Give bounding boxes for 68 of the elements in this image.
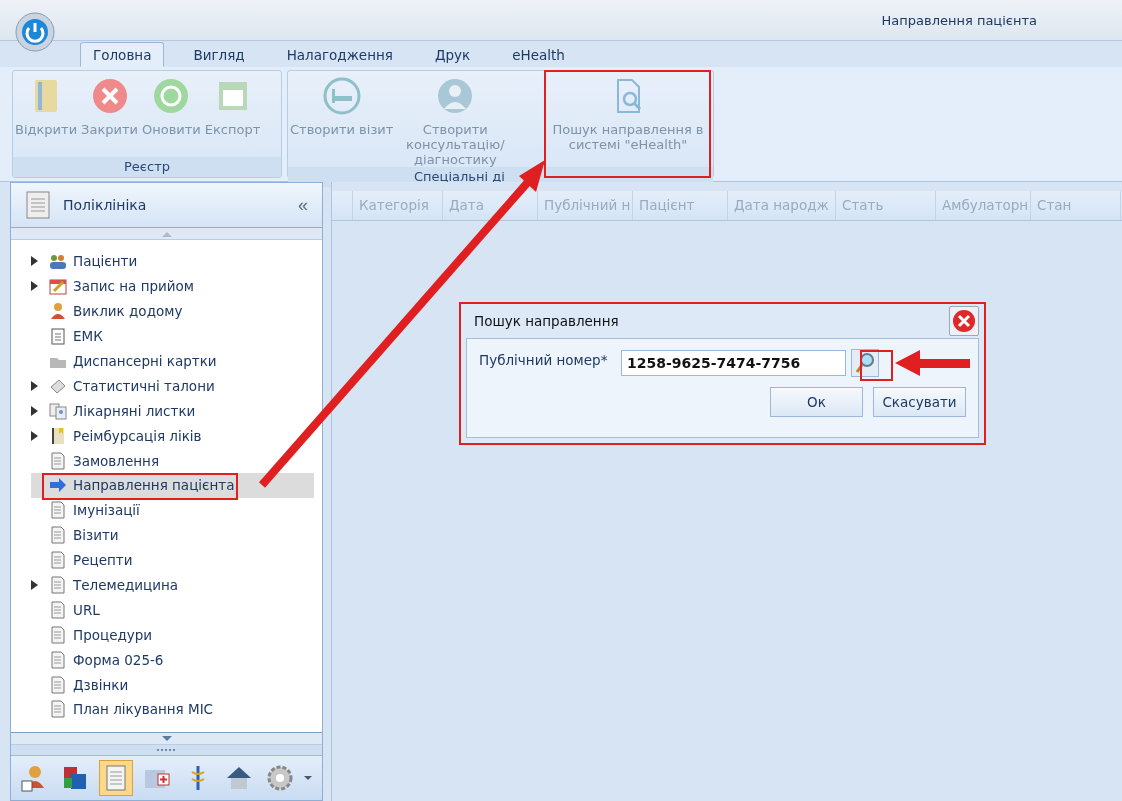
ribbon-tab[interactable]: Друк	[421, 42, 484, 67]
panel-title: Поліклініка	[63, 197, 148, 213]
dialog-button[interactable]: Ок	[770, 387, 863, 417]
expand-icon	[31, 380, 38, 391]
tree-item[interactable]: Лікарняні листки	[31, 398, 322, 424]
tree-item[interactable]: План лікування МІС	[31, 697, 322, 722]
scroll-up-icon	[161, 230, 172, 237]
dialog-button[interactable]: Скасувати	[873, 387, 966, 417]
calendar-icon	[49, 277, 67, 296]
search-icon	[855, 352, 875, 374]
tree-item[interactable]: Направлення пацієнта	[31, 473, 314, 498]
tree-item[interactable]: Візити	[31, 522, 322, 548]
close-icon	[952, 309, 976, 333]
tree-item[interactable]: Запис на прийом	[31, 273, 322, 299]
house-icon	[225, 764, 253, 792]
expand-icon	[31, 405, 38, 416]
tree-item[interactable]: Дзвінки	[31, 672, 322, 698]
dialog-title: Пошук направлення	[474, 313, 619, 329]
tree-item[interactable]: Телемедицина	[31, 572, 322, 598]
person-icon	[49, 302, 67, 321]
ribbon-tab[interactable]: Головна	[80, 42, 165, 67]
close-button[interactable]	[949, 306, 979, 336]
document-icon	[49, 600, 67, 619]
collapse-button[interactable]: «	[294, 194, 312, 216]
tree-item[interactable]: Процедури	[31, 622, 322, 648]
scroll-down-icon	[161, 735, 172, 742]
bed-icon	[321, 76, 362, 116]
document-icon	[49, 551, 67, 570]
ribbon-tab[interactable]: Налагодження	[273, 42, 406, 67]
document-icon	[49, 625, 67, 644]
windows-icon	[61, 764, 89, 792]
tree-item[interactable]: Статистичні талони	[31, 373, 322, 399]
tree-item[interactable]: Виклик додому	[31, 298, 322, 324]
tree-item[interactable]: Рецепти	[31, 547, 322, 573]
tree-item[interactable]: Замовлення	[31, 448, 322, 473]
tree-item[interactable]: Форма 025-6	[31, 647, 322, 673]
people-icon	[49, 252, 67, 271]
expand-icon	[31, 580, 38, 590]
document-icon	[49, 526, 67, 545]
tree-item[interactable]: ЕМК	[31, 323, 322, 349]
splitter-grip-icon	[156, 748, 177, 752]
tree-item[interactable]: Диспансерні картки	[31, 348, 322, 374]
expand-icon	[31, 281, 38, 292]
dropdown-icon[interactable]	[304, 775, 312, 781]
field-label: Публічний номер*	[479, 352, 609, 368]
card-icon	[49, 401, 67, 420]
document-icon	[49, 675, 67, 694]
expand-icon	[31, 430, 38, 441]
arrow-icon	[49, 476, 67, 495]
tree-item[interactable]: Пацієнти	[31, 249, 322, 274]
document-icon	[49, 501, 67, 520]
tree-item[interactable]: Реімбурсація ліків	[31, 423, 322, 449]
clipboard-icon	[49, 327, 67, 346]
tree-item[interactable]: URL	[31, 597, 322, 623]
document-icon	[25, 191, 51, 219]
book-icon	[49, 426, 67, 445]
document-icon	[49, 650, 67, 669]
window-title: Направлення пацієнта	[881, 12, 1037, 28]
group-title: Реєстр	[13, 157, 281, 177]
document-icon	[49, 451, 67, 470]
gear-icon	[266, 764, 294, 792]
ribbon-tab[interactable]: Вигляд	[180, 42, 258, 67]
tree-item[interactable]: Імунізації	[31, 497, 322, 523]
expand-icon	[31, 256, 38, 267]
ribbon-tab[interactable]: eHealth	[499, 42, 578, 67]
input-field[interactable]: 1258-9625-7474-7756	[621, 350, 846, 376]
document-icon	[49, 576, 67, 594]
document-icon	[49, 700, 67, 719]
